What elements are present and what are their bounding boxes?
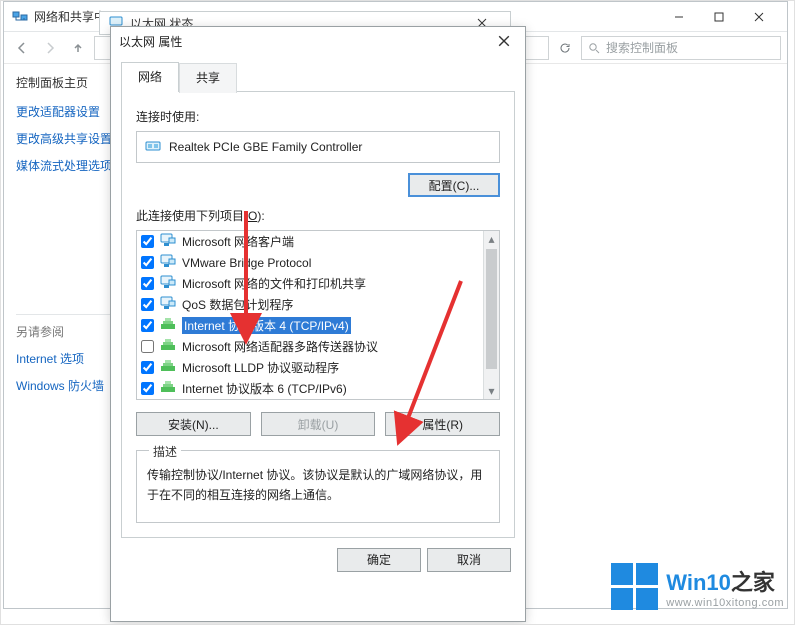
description-text: 传输控制协议/Internet 协议。该协议是默认的广域网络协议，用于在不同的相… [147, 465, 489, 506]
tab-body: 连接时使用: Realtek PCIe GBE Family Controlle… [121, 91, 515, 538]
client-icon [160, 275, 176, 292]
scroll-up-button[interactable]: ▴ [484, 231, 500, 247]
description-legend: 描述 [149, 443, 181, 460]
dialog-title: 以太网 属性 [119, 33, 491, 50]
list-item[interactable]: VMware Bridge Protocol [137, 252, 483, 273]
list-item[interactable]: Microsoft LLDP 协议驱动程序 [137, 357, 483, 378]
ok-button[interactable]: 确定 [337, 548, 421, 572]
close-button[interactable] [739, 3, 779, 31]
client-icon [160, 296, 176, 313]
client-icon [160, 233, 176, 250]
watermark-url: www.win10xitong.com [666, 597, 784, 609]
configure-button[interactable]: 配置(C)... [408, 173, 500, 197]
protocol-icon [160, 338, 176, 355]
install-button[interactable]: 安装(N)... [136, 412, 251, 436]
list-item[interactable]: Microsoft 网络适配器多路传送器协议 [137, 336, 483, 357]
forward-nav-button[interactable] [38, 36, 62, 60]
protocol-icon [160, 380, 176, 397]
component-checkbox[interactable] [141, 235, 154, 248]
scroll-down-button[interactable]: ▾ [484, 383, 500, 399]
connect-using-label: 连接时使用: [136, 108, 500, 125]
adapter-box: Realtek PCIe GBE Family Controller [136, 131, 500, 163]
component-checkbox[interactable] [141, 361, 154, 374]
list-item[interactable]: Internet 协议版本 6 (TCP/IPv6) [137, 378, 483, 399]
minimize-button[interactable] [659, 3, 699, 31]
maximize-button[interactable] [699, 3, 739, 31]
scrollbar[interactable]: ▴ ▾ [483, 231, 499, 399]
component-checkbox[interactable] [141, 277, 154, 290]
protocol-icon [160, 317, 176, 334]
client-icon [160, 254, 176, 271]
list-item[interactable]: Internet 协议版本 4 (TCP/IPv4) [137, 315, 483, 336]
component-label: Internet 协议版本 4 (TCP/IPv4) [182, 317, 351, 334]
component-checkbox[interactable] [141, 340, 154, 353]
component-label: Internet 协议版本 6 (TCP/IPv6) [182, 380, 347, 397]
search-icon [588, 42, 600, 54]
tab-share[interactable]: 共享 [179, 63, 237, 93]
component-label: VMware Bridge Protocol [182, 256, 311, 270]
adapter-name: Realtek PCIe GBE Family Controller [169, 140, 362, 154]
component-label: Microsoft 网络适配器多路传送器协议 [182, 338, 378, 355]
list-item[interactable]: Microsoft 网络的文件和打印机共享 [137, 273, 483, 294]
scroll-thumb[interactable] [486, 249, 497, 369]
nic-icon [145, 140, 161, 154]
list-item[interactable]: Microsoft 网络客户端 [137, 231, 483, 252]
component-checkbox[interactable] [141, 256, 154, 269]
properties-button[interactable]: 属性(R) [385, 412, 500, 436]
back-nav-button[interactable] [10, 36, 34, 60]
windows-logo-icon [611, 563, 658, 610]
component-label: QoS 数据包计划程序 [182, 296, 293, 313]
component-checkbox[interactable] [141, 298, 154, 311]
cancel-button[interactable]: 取消 [427, 548, 511, 572]
component-label: Microsoft 网络的文件和打印机共享 [182, 275, 366, 292]
list-item[interactable]: QoS 数据包计划程序 [137, 294, 483, 315]
close-button[interactable] [491, 30, 517, 52]
component-label: Microsoft LLDP 协议驱动程序 [182, 359, 339, 376]
refresh-button[interactable] [553, 36, 577, 60]
description-box: 描述 传输控制协议/Internet 协议。该协议是默认的广域网络协议，用于在不… [136, 450, 500, 523]
tab-strip: 网络 共享 [111, 55, 525, 91]
search-placeholder: 搜索控制面板 [606, 39, 678, 56]
uninstall-button: 卸载(U) [261, 412, 376, 436]
component-checkbox[interactable] [141, 382, 154, 395]
components-list: Microsoft 网络客户端 VMware Bridge Protocol Mic… [136, 230, 500, 400]
watermark: Win10之家 www.win10xitong.com [611, 563, 784, 610]
network-center-icon [12, 9, 28, 25]
tab-network[interactable]: 网络 [121, 62, 179, 92]
uses-items-label: 此连接使用下列项目(O): [136, 207, 500, 224]
dialog-titlebar: 以太网 属性 [111, 27, 525, 55]
search-input[interactable]: 搜索控制面板 [581, 36, 781, 60]
protocol-icon [160, 359, 176, 376]
component-checkbox[interactable] [141, 319, 154, 332]
up-nav-button[interactable] [66, 36, 90, 60]
ethernet-properties-dialog: 以太网 属性 网络 共享 连接时使用: Realtek PCIe GBE Fam… [110, 26, 526, 622]
component-label: Microsoft 网络客户端 [182, 233, 294, 250]
